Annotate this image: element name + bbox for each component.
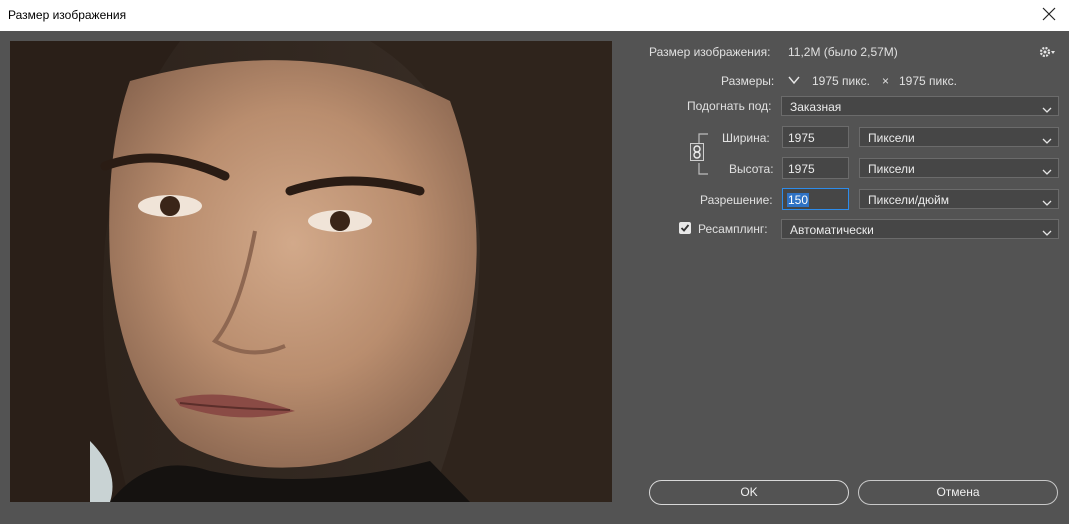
resample-select[interactable]: Автоматически [781, 219, 1059, 239]
height-unit-select[interactable]: Пиксели [859, 158, 1059, 178]
ok-button[interactable]: OK [649, 480, 849, 505]
resample-value: Автоматически [790, 223, 874, 237]
chevron-down-icon [1042, 134, 1052, 144]
gear-icon[interactable] [1039, 45, 1057, 59]
fit-to-label: Подогнать под: [687, 99, 772, 113]
height-unit-value: Пиксели [868, 162, 915, 176]
image-size-label: Размер изображения: [649, 45, 771, 59]
cancel-button[interactable]: Отмена [858, 480, 1058, 505]
chain-link-icon[interactable] [690, 143, 704, 161]
height-input[interactable]: 1975 [782, 157, 849, 179]
height-label: Высота: [729, 162, 774, 176]
dimensions-label: Размеры: [721, 74, 775, 88]
chevron-down-icon [1042, 165, 1052, 175]
dimensions-height: 1975 пикс. [899, 74, 957, 88]
title-bar: Размер изображения [0, 0, 1069, 31]
chevron-down-icon [1042, 196, 1052, 206]
width-label: Ширина: [722, 131, 770, 145]
width-value: 1975 [788, 131, 815, 145]
fit-to-value: Заказная [790, 100, 842, 114]
resolution-unit-value: Пиксели/дюйм [868, 193, 949, 207]
height-value: 1975 [788, 162, 815, 176]
checkmark-icon [680, 224, 690, 232]
dimensions-dropdown-icon[interactable] [786, 73, 802, 87]
chevron-down-icon [1042, 226, 1052, 236]
portrait-image [10, 41, 612, 502]
fit-to-select[interactable]: Заказная [781, 96, 1059, 116]
resample-label: Ресамплинг: [698, 222, 768, 236]
image-size-value: 11,2M (было 2,57M) [788, 45, 898, 59]
dimensions-times: × [882, 74, 890, 88]
close-icon[interactable] [1039, 4, 1059, 24]
width-unit-value: Пиксели [868, 131, 915, 145]
dimensions-width: 1975 пикс. [812, 74, 870, 88]
resolution-label: Разрешение: [700, 193, 773, 207]
width-unit-select[interactable]: Пиксели [859, 127, 1059, 147]
width-input[interactable]: 1975 [782, 126, 849, 148]
image-preview[interactable] [10, 41, 612, 502]
resolution-unit-select[interactable]: Пиксели/дюйм [859, 189, 1059, 209]
resample-checkbox[interactable] [679, 222, 691, 234]
resolution-value: 150 [787, 193, 810, 207]
chevron-down-icon [1042, 103, 1052, 113]
resolution-input[interactable]: 150 [782, 188, 849, 210]
window-title: Размер изображения [8, 8, 127, 22]
